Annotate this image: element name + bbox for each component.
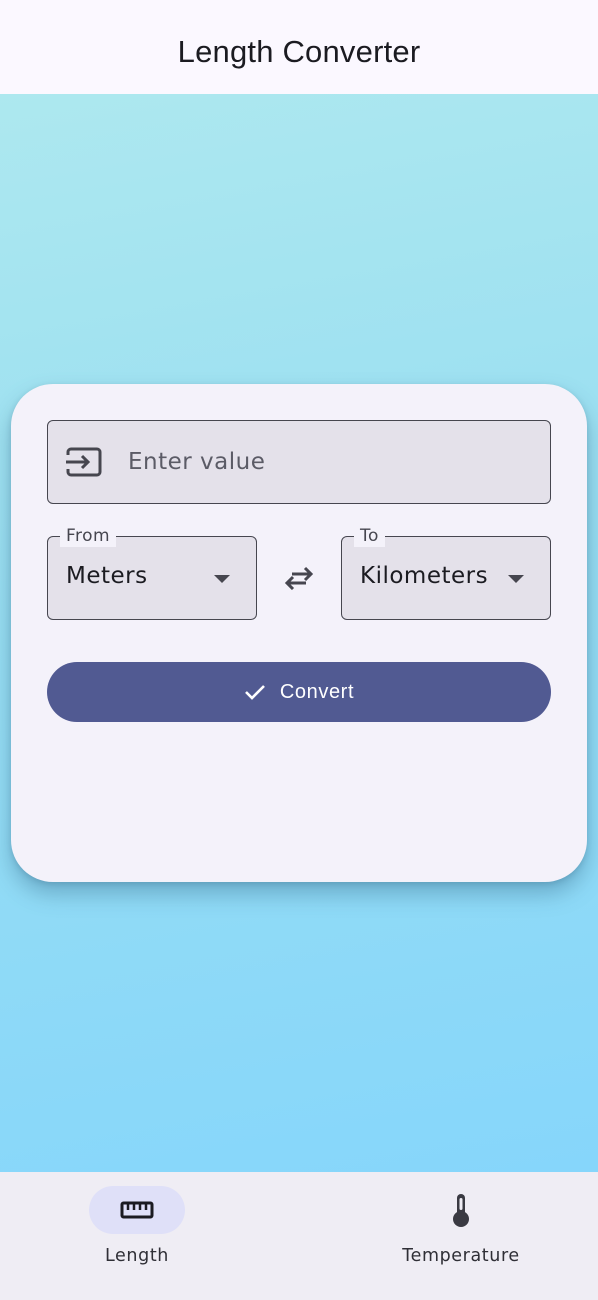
converter-card: From Meters To Kilometers Convert — [11, 384, 587, 882]
from-unit-value: Meters — [66, 563, 148, 589]
nav-label-temperature: Temperature — [402, 1246, 520, 1266]
content-area: From Meters To Kilometers Convert — [0, 94, 598, 1172]
chevron-down-icon — [508, 575, 524, 583]
nav-label-length: Length — [105, 1246, 169, 1266]
swap-horiz-icon — [284, 566, 314, 590]
nav-indicator — [413, 1186, 509, 1234]
chevron-down-icon — [214, 575, 230, 583]
convert-button[interactable]: Convert — [47, 662, 551, 722]
input-icon — [66, 447, 102, 477]
convert-button-label: Convert — [279, 680, 355, 703]
value-field[interactable] — [47, 420, 551, 504]
nav-item-length[interactable]: Length — [37, 1186, 237, 1282]
page-title: Length Converter — [177, 34, 421, 69]
from-label: From — [60, 525, 117, 547]
app-bar: Length Converter — [0, 0, 598, 94]
value-input[interactable] — [128, 449, 508, 475]
check-icon — [244, 685, 265, 700]
to-label: To — [354, 525, 385, 547]
nav-item-temperature[interactable]: Temperature — [361, 1186, 561, 1282]
nav-active-indicator — [89, 1186, 185, 1234]
to-unit-value: Kilometers — [360, 563, 489, 589]
bottom-navigation: Length Temperature — [0, 1172, 598, 1300]
thermometer-icon — [453, 1194, 469, 1227]
to-unit-dropdown[interactable]: To Kilometers — [341, 525, 551, 620]
swap-units-button[interactable] — [279, 558, 319, 598]
ruler-icon — [120, 1201, 154, 1219]
from-unit-dropdown[interactable]: From Meters — [47, 525, 257, 620]
